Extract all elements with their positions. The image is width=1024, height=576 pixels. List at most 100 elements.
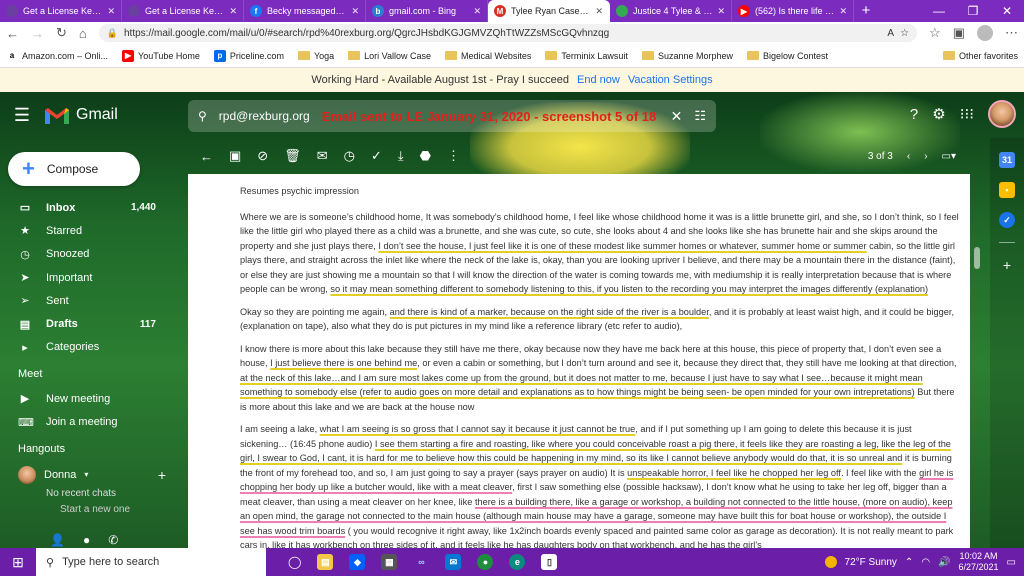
email-scrollbar[interactable] (974, 184, 980, 532)
reload-icon[interactable]: ↻ (56, 25, 67, 41)
gmail-logo[interactable]: Gmail (44, 106, 186, 125)
taskbar-search[interactable]: ⚲ Type here to search (36, 548, 266, 576)
person-icon[interactable]: 👤 (50, 533, 65, 547)
favorite-item[interactable]: Yoga (297, 51, 334, 61)
newer-icon[interactable]: ‹ (907, 151, 910, 162)
apps-grid-icon[interactable]: ⁝⁝⁝ (960, 105, 974, 123)
close-tab-icon[interactable]: ✕ (229, 6, 237, 17)
close-window-icon[interactable]: ✕ (990, 0, 1024, 22)
chrome-icon[interactable]: ● (477, 554, 494, 570)
task-view-icon[interactable]: ◯ (288, 555, 301, 569)
settings-gear-icon[interactable]: ⚙ (932, 105, 945, 123)
volume-icon[interactable]: 🔊 (938, 557, 950, 568)
favorite-item[interactable]: p Priceline.com (213, 49, 284, 62)
sidebar-item-sent[interactable]: ➢ Sent (0, 289, 186, 312)
search-icon[interactable]: ⚲ (198, 109, 207, 123)
contact-dropdown-icon[interactable]: ▾ (84, 470, 88, 479)
start-new-chat-link[interactable]: Start a new one (0, 504, 186, 516)
phone-icon[interactable]: ✆ (108, 533, 118, 547)
scrollbar-thumb[interactable] (974, 247, 980, 269)
browser-tab[interactable]: Get a License Key - D ✕ (122, 0, 244, 22)
favorite-item[interactable]: Terminix Lawsuit (545, 51, 628, 61)
forward-icon[interactable]: → (31, 26, 44, 41)
browser-tab[interactable]: ▶ (562) Is there life after ✕ (732, 0, 854, 22)
favorite-item[interactable]: Medical Websites (445, 51, 531, 61)
favorite-item[interactable]: a Amazon.com – Onli... (6, 49, 108, 62)
close-tab-icon[interactable]: ✕ (473, 6, 481, 17)
address-url[interactable]: https://mail.google.com/mail/u/0/#search… (124, 28, 881, 39)
keep-icon[interactable]: ▪ (999, 182, 1015, 198)
snooze-icon[interactable]: ◷ (344, 148, 355, 164)
search-options-icon[interactable]: ☷ (694, 108, 706, 124)
search-query[interactable]: rpd@rexburg.org (219, 109, 310, 123)
move-to-icon[interactable]: ⤓ (398, 148, 404, 164)
edge-icon[interactable]: e (509, 554, 526, 570)
profile-avatar[interactable] (977, 25, 993, 41)
new-chat-plus-icon[interactable]: + (158, 467, 186, 483)
sidebar-item-important[interactable]: ➤ Important (0, 266, 186, 289)
maximize-icon[interactable]: ❐ (956, 0, 990, 22)
browser-tab[interactable]: b gmail.com - Bing ✕ (366, 0, 488, 22)
file-explorer-icon[interactable]: ▤ (317, 554, 334, 570)
windows-start-icon[interactable]: ⊞ (0, 554, 36, 571)
close-tab-icon[interactable]: ✕ (717, 6, 725, 17)
minimize-icon[interactable]: — (922, 0, 956, 22)
hangouts-contact[interactable]: Donna ▾ + (0, 462, 186, 488)
join-meeting-item[interactable]: ⌨ Join a meeting (0, 410, 186, 433)
close-tab-icon[interactable]: ✕ (595, 6, 603, 17)
notifications-icon[interactable]: ▭ (1007, 557, 1016, 568)
browser-tab[interactable]: M Tylee Ryan Case - Lor ✕ (488, 0, 610, 22)
wifi-icon[interactable]: ◠ (921, 557, 930, 568)
main-menu-icon[interactable]: ☰ (0, 105, 44, 126)
clear-search-icon[interactable]: ✕ (671, 108, 683, 125)
get-addons-icon[interactable]: + (999, 257, 1015, 273)
end-now-link[interactable]: End now (577, 74, 620, 86)
calendar-icon[interactable]: 31 (999, 152, 1015, 168)
browser-tab[interactable]: Justice 4 Tylee & JJ - ✕ (610, 0, 732, 22)
report-spam-icon[interactable]: ⊘ (257, 148, 268, 164)
show-hidden-icons[interactable]: ⌃ (905, 557, 913, 568)
browser-tab[interactable]: f Becky messaged your ✕ (244, 0, 366, 22)
weather-text[interactable]: 72°F Sunny (845, 557, 897, 568)
app-infinity-icon[interactable]: ∞ (413, 554, 430, 570)
archive-icon[interactable]: ▣ (229, 148, 241, 164)
more-options-icon[interactable]: ⋯ (1005, 25, 1018, 41)
back-to-search-icon[interactable]: ← (200, 149, 213, 164)
delete-icon[interactable]: 🗑 (284, 148, 301, 164)
sidebar-item-drafts[interactable]: ▤ Drafts 117 (0, 312, 186, 335)
close-tab-icon[interactable]: ✕ (839, 6, 847, 17)
home-icon[interactable]: ⌂ (79, 26, 87, 41)
add-to-tasks-icon[interactable]: ✓ (371, 148, 382, 164)
clock[interactable]: 10:02 AM 6/27/2021 (959, 551, 999, 573)
account-avatar[interactable] (988, 100, 1016, 128)
favorite-item[interactable]: Bigelow Contest (746, 51, 828, 61)
labels-icon[interactable]: ⬣ (420, 148, 431, 164)
chat-bubble-icon[interactable]: ● (83, 533, 90, 547)
favorite-item[interactable]: Suzanne Morphew (641, 51, 733, 61)
read-aloud-icon[interactable]: A (887, 28, 894, 39)
back-icon[interactable]: ← (6, 26, 19, 41)
store-icon[interactable]: ▦ (381, 554, 398, 570)
browser-tab[interactable]: Get a License Key - D ✕ (0, 0, 122, 22)
favorite-item[interactable]: Lori Vallow Case (348, 51, 431, 61)
help-icon[interactable]: ? (910, 106, 918, 123)
mark-unread-icon[interactable]: ✉ (317, 148, 328, 164)
favorite-item[interactable]: ▶ YouTube Home (122, 49, 200, 62)
older-icon[interactable]: › (924, 151, 927, 162)
favorite-star-icon[interactable]: ☆ (900, 28, 909, 39)
tasks-icon[interactable]: ✓ (999, 212, 1015, 228)
sidebar-item-inbox[interactable]: ▭ Inbox 1,440 (0, 196, 186, 219)
dropbox-icon[interactable]: ◆ (349, 554, 366, 570)
vacation-settings-link[interactable]: Vacation Settings (628, 74, 713, 86)
tab-actions-icon[interactable]: ▣ (953, 25, 965, 41)
address-bar[interactable]: 🔒 https://mail.google.com/mail/u/0/#sear… (98, 24, 918, 42)
sidebar-item-starred[interactable]: ★ Starred (0, 219, 186, 242)
new-meeting-item[interactable]: ▶ New meeting (0, 387, 186, 410)
mail-app-icon[interactable]: ✉ (445, 554, 462, 570)
close-tab-icon[interactable]: ✕ (107, 6, 115, 17)
input-tools-icon[interactable]: ▭▾ (942, 151, 956, 162)
mail-search-bar[interactable]: ⚲ rpd@rexburg.org Email sent to LE Janua… (188, 100, 716, 132)
more-actions-icon[interactable]: ⋮ (447, 148, 460, 164)
app-document-icon[interactable]: ▯ (541, 554, 558, 570)
sidebar-item-snoozed[interactable]: ◷ Snoozed (0, 243, 186, 266)
